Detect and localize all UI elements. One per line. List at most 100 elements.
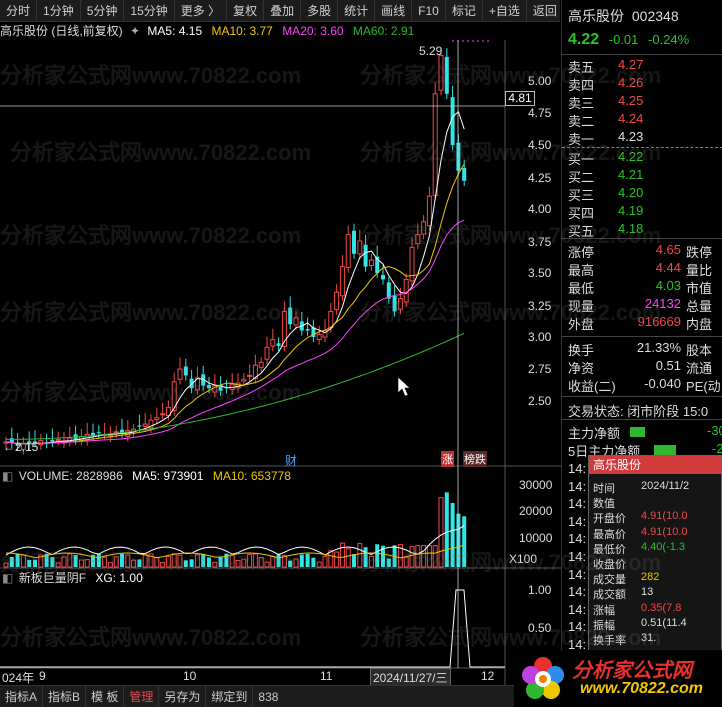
volume-bar — [102, 556, 108, 568]
stat-label2: PE(动 — [686, 379, 721, 394]
volume-bar — [165, 556, 171, 568]
stat-label2: 流通 — [686, 361, 713, 376]
volume-bar — [444, 492, 449, 567]
bind-to-button[interactable]: 绑定到 — [206, 685, 254, 707]
bid-row[interactable]: 买二 4.21 — [568, 167, 643, 186]
mark-button[interactable]: 标记 — [446, 0, 483, 22]
stat-label: 最低 — [568, 281, 595, 296]
volume-bar — [375, 544, 380, 567]
volume-bar — [212, 561, 218, 568]
add-watchlist-button[interactable]: +自选 — [483, 0, 527, 22]
volume-bar — [386, 558, 391, 567]
tab-indicator-b[interactable]: 指标B — [43, 685, 87, 707]
price-tick: 5.00 — [528, 74, 552, 88]
save-as-button[interactable]: 另存为 — [159, 685, 207, 707]
date-tick: 10 — [183, 669, 197, 683]
main-net-bar — [630, 427, 645, 437]
candle-body — [137, 425, 142, 427]
main-net5-value: -2 — [712, 441, 722, 456]
tab-indicator-a[interactable]: 指标A — [0, 685, 44, 707]
ask-price: 4.27 — [618, 57, 644, 72]
finance-marker[interactable]: 财 — [285, 452, 297, 469]
main-net-value: -30 — [707, 423, 722, 438]
limit-up-marker[interactable]: 涨 — [441, 451, 454, 467]
volume-bar — [160, 562, 166, 568]
tooltip-key: 换手率 — [593, 635, 626, 647]
settings-icon[interactable]: ◧ — [2, 571, 13, 585]
f10-button[interactable]: F10 — [412, 0, 446, 22]
site-logo: 分析家公式网 www.70822.com — [514, 650, 722, 707]
low-value: 2.15 — [15, 440, 39, 454]
volume-axis: 30000 20000 10000 X100 — [505, 466, 561, 568]
price-change: -0.01 — [608, 32, 639, 47]
manage-button[interactable]: 管理 — [124, 685, 160, 707]
cursor-icon — [397, 376, 411, 397]
stat-value: 0.51 — [655, 358, 681, 373]
tab-5min[interactable]: 5分钟 — [81, 0, 125, 22]
kline-chart[interactable] — [0, 40, 561, 685]
volume-bar — [107, 562, 113, 568]
ask-price: 4.24 — [618, 111, 644, 126]
ma5-label: MA5: 4.15 — [147, 24, 203, 38]
bid-row[interactable]: 买四 4.19 — [568, 203, 643, 222]
tab-intraday[interactable]: 分时 — [0, 0, 38, 22]
multi-stock-button[interactable]: 多股 — [301, 0, 339, 22]
tab-15min[interactable]: 15分钟 — [124, 0, 175, 22]
stat-value: 24132 — [644, 296, 681, 311]
bid-label: 买一 — [568, 152, 595, 167]
back-button[interactable]: 返回 — [527, 0, 563, 22]
price-tick: 4.50 — [528, 138, 552, 152]
stat-value: 4.03 — [655, 278, 681, 293]
bid-row[interactable]: 买三 4.20 — [568, 185, 643, 204]
volume-header: ◧ VOLUME: 2828986 MA5: 973901 MA10: 6537… — [0, 468, 505, 484]
tooltip-key: 涨幅 — [593, 604, 615, 617]
tab-1min[interactable]: 1分钟 — [37, 0, 81, 22]
date-tick: 024年 — [2, 671, 35, 685]
stat-label: 净资 — [568, 361, 595, 376]
ma20-line — [5, 219, 465, 445]
date-tick: 11 — [320, 669, 333, 683]
candle-body — [207, 384, 211, 389]
settings-icon[interactable]: ◧ — [2, 469, 13, 483]
rank-marker[interactable]: 榜跌 — [463, 451, 487, 467]
vol-ma10-label: MA10: 653778 — [212, 469, 291, 483]
more-periods-button[interactable]: 更多 〉 — [175, 0, 228, 22]
ask-row[interactable]: 卖五 4.27 — [568, 57, 643, 76]
stat-label: 涨停 — [568, 245, 595, 260]
bid-row[interactable]: 买一 4.22 — [568, 149, 643, 168]
adjust-button[interactable]: 复权 — [227, 0, 265, 22]
volume-bar — [229, 554, 235, 568]
ask-row[interactable]: 卖一 4.23 — [568, 129, 643, 148]
ask-row[interactable]: 卖二 4.24 — [568, 111, 643, 130]
ask-row[interactable]: 卖三 4.25 — [568, 93, 643, 112]
vol-ma5-label: MA5: 973901 — [132, 469, 204, 483]
bid-price: 4.22 — [618, 149, 644, 164]
overlay-button[interactable]: 叠加 — [264, 0, 302, 22]
volume-bar — [67, 553, 73, 568]
tooltip-value: 4.91(10.0 — [641, 525, 688, 538]
price-tick: 3.25 — [528, 299, 552, 313]
candle-body — [177, 368, 183, 380]
ask-price: 4.23 — [618, 129, 644, 144]
ask-row[interactable]: 卖四 4.26 — [568, 75, 643, 94]
volume-bar — [171, 553, 177, 568]
tooltip-value: 13 — [641, 586, 654, 599]
tooltip-value: 4.91(10.0 — [641, 510, 688, 523]
tooltip-value: 282 — [641, 571, 660, 584]
volume-bar — [247, 554, 253, 568]
stat-label: 收益(二) — [568, 379, 616, 394]
candle-body — [397, 298, 403, 310]
price-tick: 2.75 — [528, 362, 552, 376]
chevron-down-icon[interactable]: ✦ — [130, 24, 140, 38]
stat-value: 916669 — [637, 314, 681, 329]
price-tick: 4.25 — [528, 171, 552, 185]
statistics-button[interactable]: 统计 — [338, 0, 376, 22]
template-button[interactable]: 模 板 — [86, 685, 125, 707]
volume-bar — [305, 554, 310, 567]
stock-name: 高乐股份 — [568, 8, 624, 24]
candle-body — [293, 317, 299, 326]
draw-line-button[interactable]: 画线 — [375, 0, 413, 22]
bid-price: 4.19 — [618, 203, 644, 218]
logo-text: 分析家公式网 — [572, 660, 692, 682]
candle-body — [160, 413, 166, 416]
